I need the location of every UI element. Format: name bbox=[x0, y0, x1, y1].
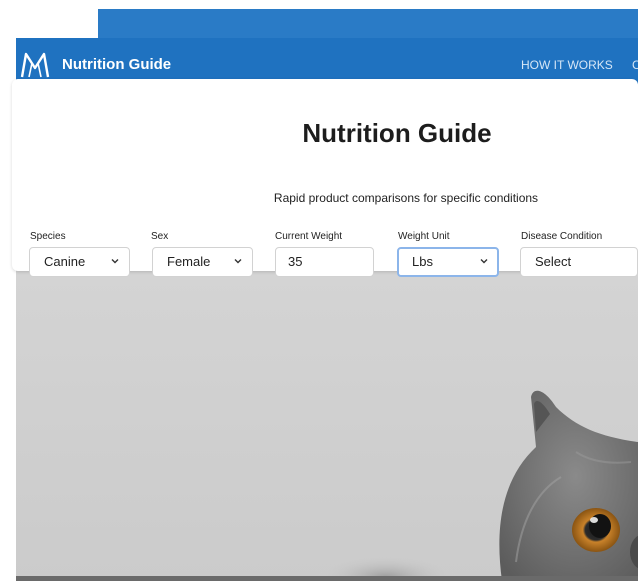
browser-top-strip bbox=[98, 9, 638, 38]
sex-value: Female bbox=[167, 254, 211, 269]
species-label: Species bbox=[30, 231, 66, 242]
sex-select[interactable]: Female bbox=[152, 247, 253, 277]
search-card: Nutrition Guide Rapid product comparison… bbox=[12, 79, 638, 277]
disease-condition-select[interactable]: Select bbox=[520, 247, 638, 277]
bottom-bar bbox=[16, 576, 638, 581]
weight-unit-select[interactable]: Lbs bbox=[397, 247, 499, 277]
brand-title[interactable]: Nutrition Guide bbox=[62, 56, 171, 73]
current-weight-input[interactable]: 35 bbox=[275, 247, 374, 277]
disease-condition-value: Select bbox=[535, 254, 572, 269]
species-select[interactable]: Canine bbox=[29, 247, 130, 277]
page-subtitle: Rapid product comparisons for specific c… bbox=[273, 191, 539, 205]
m-logo-icon[interactable] bbox=[20, 51, 50, 79]
weight-unit-value: Lbs bbox=[412, 254, 433, 269]
disease-condition-label: Disease Condition bbox=[521, 231, 603, 242]
species-value: Canine bbox=[44, 254, 86, 269]
nav-link-how-it-works[interactable]: HOW IT WORKS bbox=[521, 58, 613, 72]
sex-label: Sex bbox=[151, 231, 169, 242]
chevron-down-icon bbox=[480, 259, 488, 264]
chevron-down-icon bbox=[234, 259, 242, 264]
current-weight-label: Current Weight bbox=[275, 231, 343, 242]
nav-link-next[interactable]: C bbox=[632, 58, 638, 72]
chevron-down-icon bbox=[111, 259, 119, 264]
page-title: Nutrition Guide bbox=[302, 118, 492, 148]
weight-unit-label: Weight Unit bbox=[398, 231, 450, 242]
